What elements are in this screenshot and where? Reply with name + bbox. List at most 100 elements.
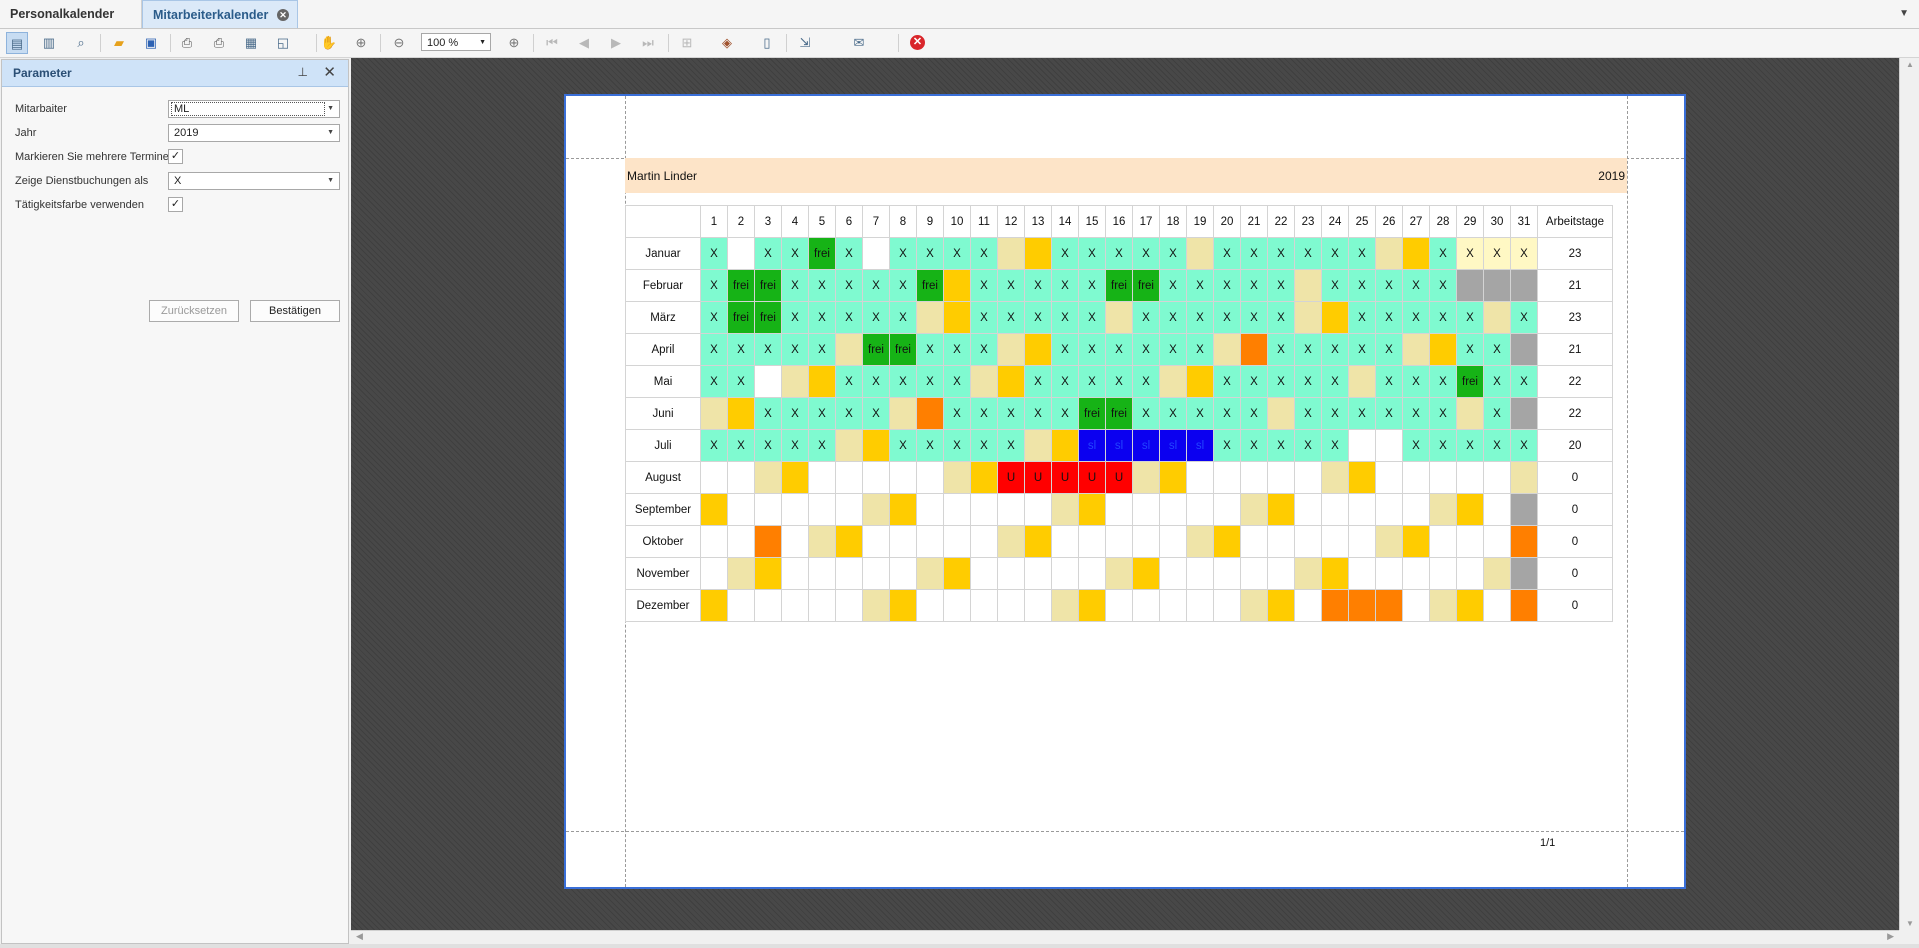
day-cell[interactable] — [1321, 301, 1349, 334]
day-cell[interactable] — [1105, 301, 1133, 334]
day-cell[interactable] — [1078, 525, 1106, 558]
day-cell[interactable]: X — [1483, 429, 1511, 462]
day-cell[interactable]: X — [1186, 397, 1214, 430]
day-cell[interactable]: X — [1321, 365, 1349, 398]
day-cell[interactable]: X — [1456, 429, 1484, 462]
day-cell[interactable] — [1402, 237, 1430, 270]
day-cell[interactable] — [1105, 557, 1133, 590]
day-cell[interactable]: X — [916, 365, 944, 398]
day-cell[interactable] — [727, 493, 755, 526]
day-cell[interactable] — [1267, 461, 1295, 494]
day-cell[interactable]: X — [997, 301, 1025, 334]
day-cell[interactable] — [1510, 589, 1538, 622]
day-cell[interactable]: X — [889, 301, 917, 334]
day-cell[interactable] — [1510, 525, 1538, 558]
day-cell[interactable]: X — [754, 237, 782, 270]
day-cell[interactable]: X — [1024, 269, 1052, 302]
day-cell[interactable] — [1348, 525, 1376, 558]
day-cell[interactable]: X — [970, 237, 998, 270]
day-cell[interactable]: X — [889, 365, 917, 398]
day-cell[interactable]: frei — [1132, 269, 1160, 302]
day-cell[interactable] — [889, 589, 917, 622]
day-cell[interactable] — [916, 397, 944, 430]
day-cell[interactable] — [1186, 493, 1214, 526]
day-cell[interactable]: X — [1159, 333, 1187, 366]
day-cell[interactable] — [1456, 461, 1484, 494]
day-cell[interactable]: X — [781, 269, 809, 302]
scroll-right-icon[interactable]: ▶ — [1887, 931, 1894, 942]
day-cell[interactable]: X — [1321, 397, 1349, 430]
watermark-icon[interactable]: ▯ — [756, 32, 778, 54]
day-cell[interactable]: X — [808, 429, 836, 462]
send-email-icon[interactable]: ✉ — [848, 32, 870, 54]
day-cell[interactable]: X — [1510, 301, 1538, 334]
day-cell[interactable] — [1483, 589, 1511, 622]
day-cell[interactable]: X — [1294, 397, 1322, 430]
chevron-down-icon[interactable]: ▼ — [1899, 8, 1909, 19]
confirm-button[interactable]: Bestätigen — [250, 300, 340, 322]
day-cell[interactable] — [1186, 525, 1214, 558]
day-cell[interactable] — [943, 269, 971, 302]
day-cell[interactable]: X — [727, 429, 755, 462]
day-cell[interactable] — [1348, 589, 1376, 622]
day-cell[interactable] — [1294, 525, 1322, 558]
day-cell[interactable]: X — [916, 333, 944, 366]
day-cell[interactable]: X — [835, 365, 863, 398]
day-cell[interactable]: X — [1051, 397, 1079, 430]
day-cell[interactable]: frei — [862, 333, 890, 366]
day-cell[interactable]: X — [781, 333, 809, 366]
day-cell[interactable]: X — [1267, 301, 1295, 334]
day-cell[interactable] — [1213, 461, 1241, 494]
day-cell[interactable]: X — [1429, 429, 1457, 462]
day-cell[interactable] — [1510, 269, 1538, 302]
day-cell[interactable] — [1240, 557, 1268, 590]
day-cell[interactable]: X — [1105, 237, 1133, 270]
day-cell[interactable]: X — [835, 269, 863, 302]
day-cell[interactable] — [1159, 557, 1187, 590]
day-cell[interactable]: frei — [727, 269, 755, 302]
day-cell[interactable] — [1402, 557, 1430, 590]
day-cell[interactable] — [1510, 397, 1538, 430]
day-cell[interactable]: X — [1132, 333, 1160, 366]
day-cell[interactable] — [1051, 493, 1079, 526]
day-cell[interactable]: X — [754, 429, 782, 462]
day-cell[interactable]: X — [781, 237, 809, 270]
day-cell[interactable]: frei — [808, 237, 836, 270]
day-cell[interactable] — [727, 461, 755, 494]
day-cell[interactable] — [1294, 269, 1322, 302]
day-cell[interactable] — [808, 557, 836, 590]
day-cell[interactable] — [1402, 461, 1430, 494]
day-cell[interactable] — [1294, 493, 1322, 526]
day-cell[interactable] — [862, 461, 890, 494]
day-cell[interactable]: X — [970, 333, 998, 366]
day-cell[interactable] — [997, 237, 1025, 270]
day-cell[interactable]: X — [1213, 269, 1241, 302]
day-cell[interactable]: X — [808, 333, 836, 366]
day-cell[interactable]: X — [1402, 429, 1430, 462]
day-cell[interactable]: X — [1240, 397, 1268, 430]
last-page-icon[interactable]: ⏭ — [637, 32, 659, 54]
day-cell[interactable]: X — [1375, 365, 1403, 398]
day-cell[interactable]: X — [1294, 333, 1322, 366]
day-cell[interactable] — [754, 461, 782, 494]
day-cell[interactable] — [700, 493, 728, 526]
page-setup-icon[interactable]: ▦ — [240, 32, 262, 54]
day-cell[interactable]: X — [997, 397, 1025, 430]
magnifier-icon[interactable]: ⊕ — [350, 32, 372, 54]
day-cell[interactable]: frei — [1078, 397, 1106, 430]
close-icon[interactable]: ✕ — [323, 63, 336, 81]
day-cell[interactable]: X — [862, 301, 890, 334]
day-cell[interactable]: X — [700, 429, 728, 462]
reset-button[interactable]: Zurücksetzen — [149, 300, 239, 322]
day-cell[interactable]: X — [835, 397, 863, 430]
day-cell[interactable] — [970, 525, 998, 558]
close-tab-icon[interactable]: ✕ — [277, 9, 289, 21]
day-cell[interactable] — [835, 429, 863, 462]
day-cell[interactable]: X — [1510, 237, 1538, 270]
pin-icon[interactable]: ⊥ — [298, 65, 308, 79]
day-cell[interactable] — [1024, 525, 1052, 558]
day-cell[interactable]: X — [1132, 397, 1160, 430]
day-cell[interactable] — [862, 557, 890, 590]
day-cell[interactable]: X — [1267, 429, 1295, 462]
day-cell[interactable] — [943, 301, 971, 334]
